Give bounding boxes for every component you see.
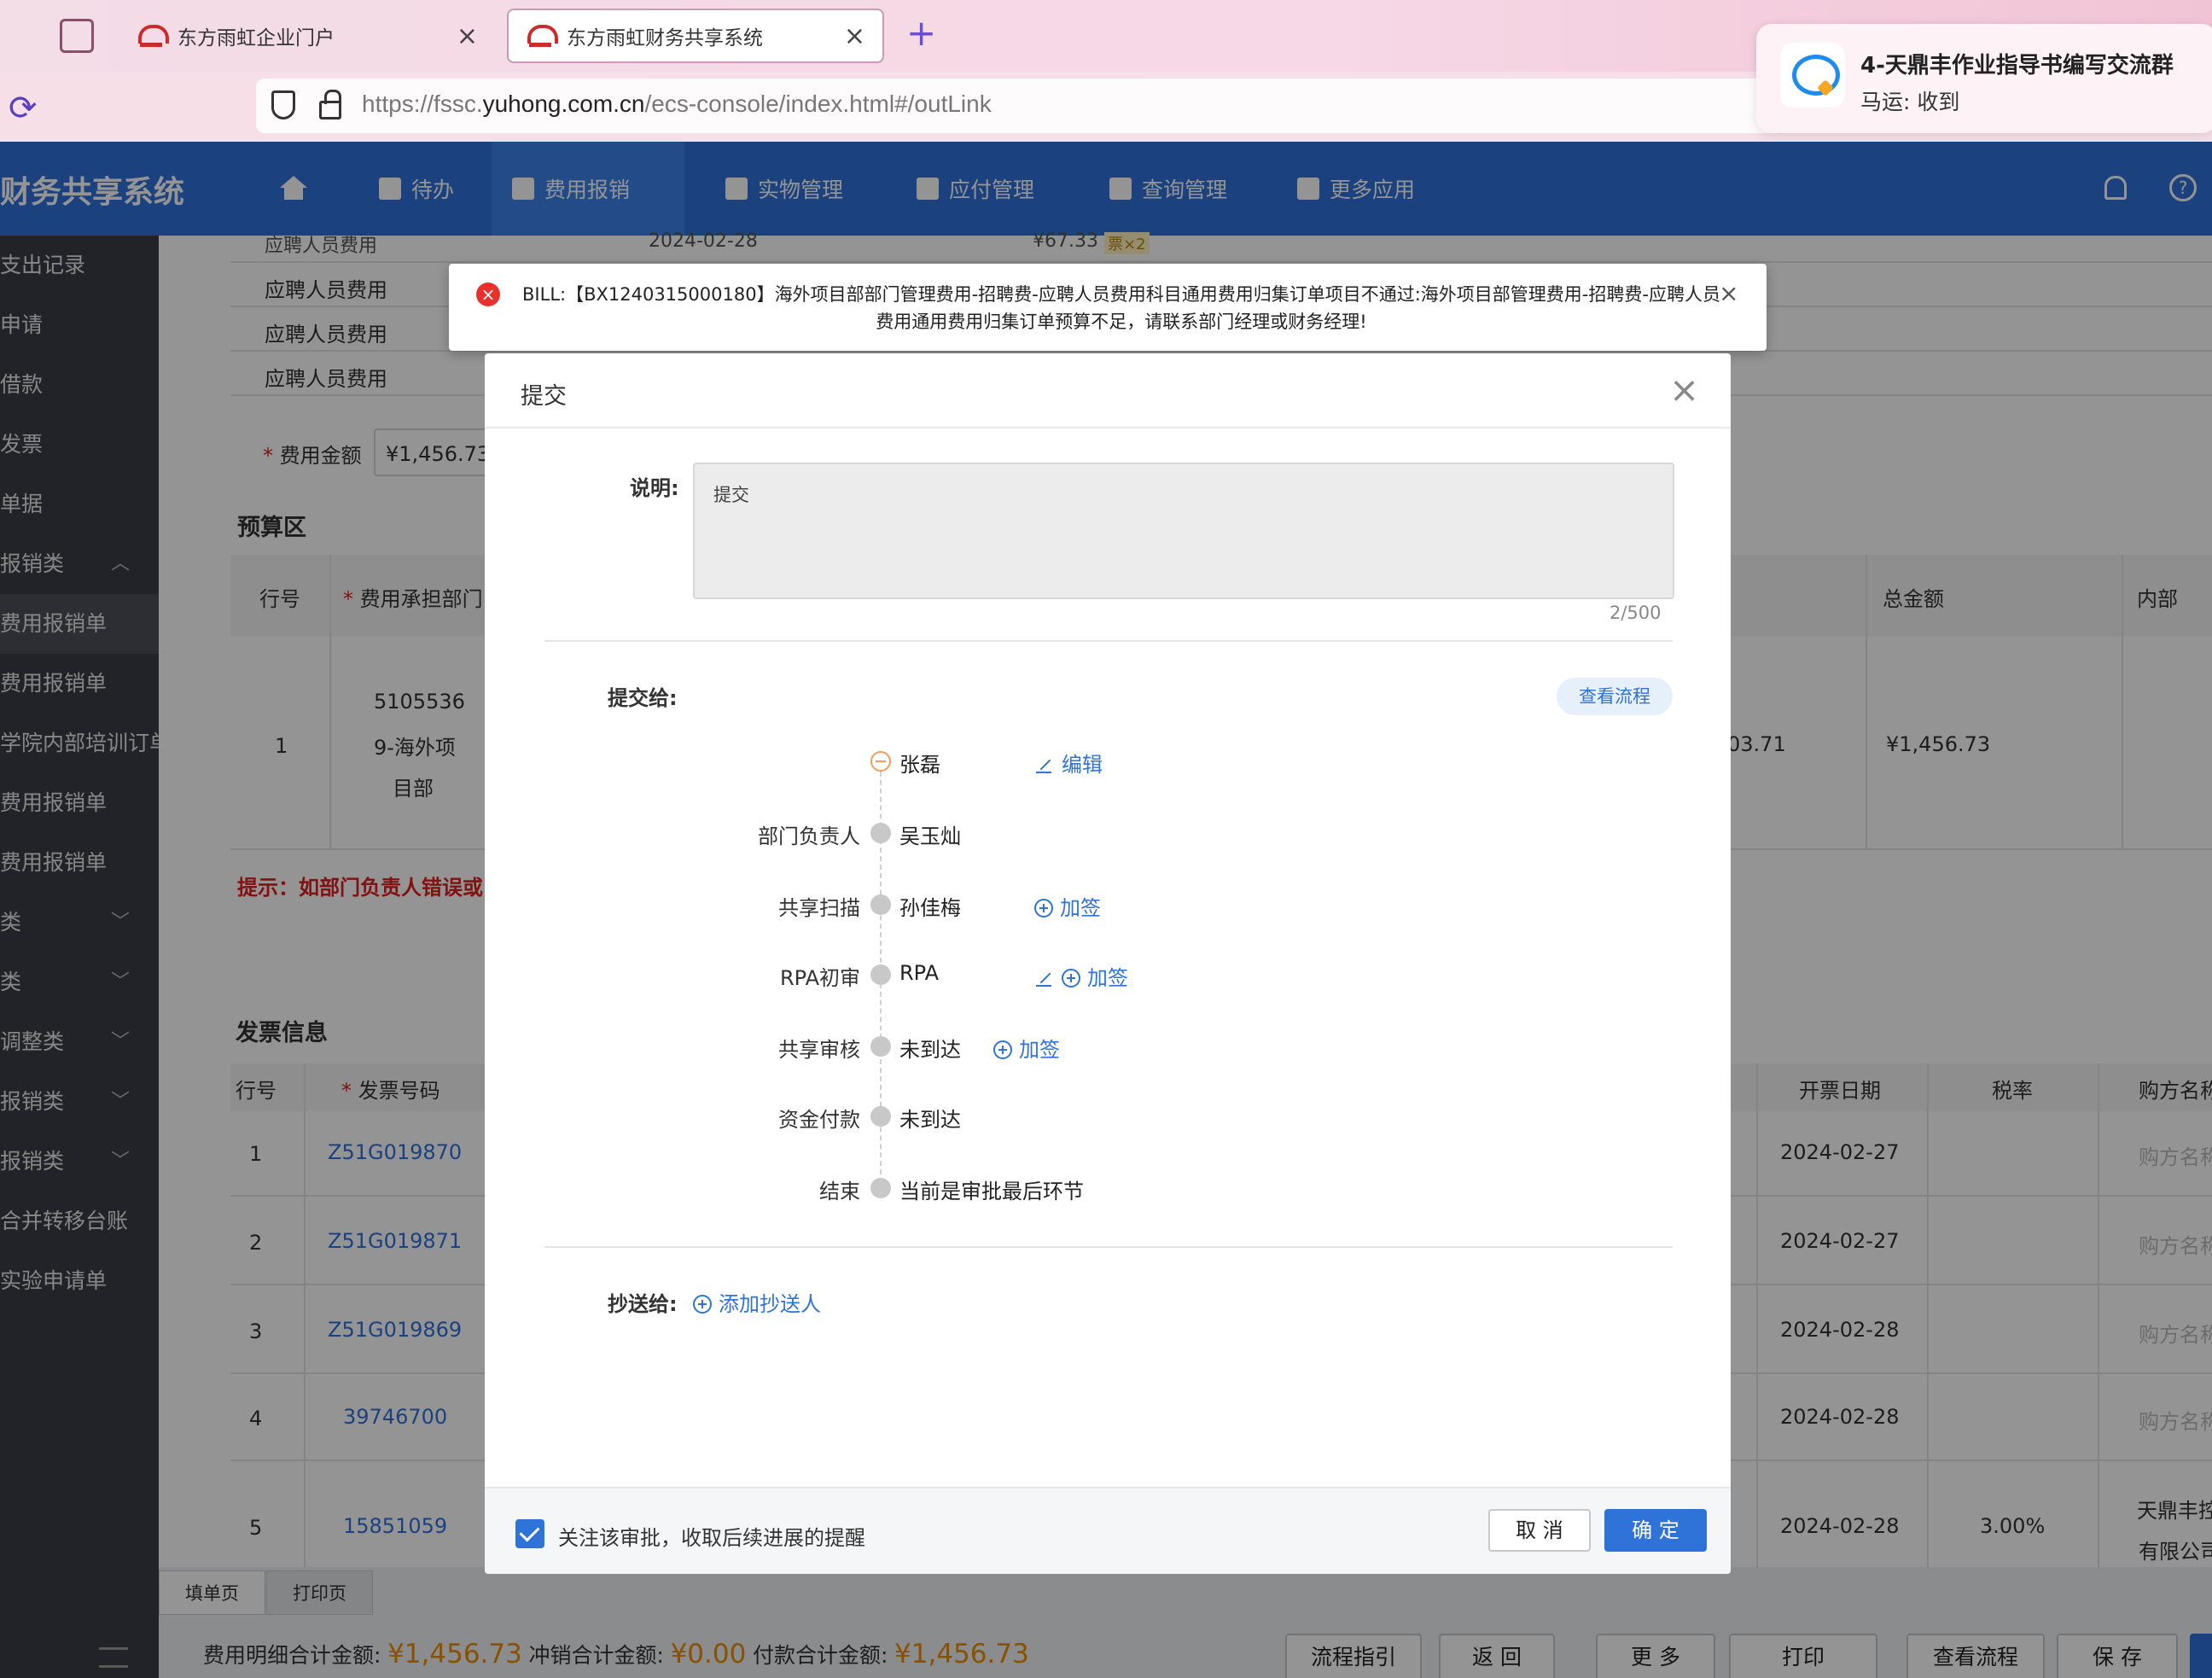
- new-tab-plus-icon[interactable]: +: [906, 12, 936, 54]
- plus-circle-icon: [693, 1295, 712, 1314]
- note-label: 说明:: [630, 476, 679, 500]
- flow-approver: 吴玉灿: [899, 824, 961, 848]
- follow-checkbox[interactable]: [515, 1519, 544, 1548]
- reload-icon[interactable]: ⟳: [9, 89, 38, 128]
- add-signer-link[interactable]: 加签: [1036, 961, 1128, 991]
- url-text[interactable]: https://fssc.yuhong.com.cn/ecs-console/i…: [362, 90, 992, 118]
- flow-role: 共享审核: [778, 1038, 860, 1062]
- divider: [544, 1246, 1673, 1248]
- follow-label[interactable]: 关注该审批，收取后续进展的提醒: [558, 1521, 865, 1551]
- tab-group-icon[interactable]: [60, 19, 94, 53]
- error-toast: × BILL:【BX1240315000180】海外项目部部门管理费用-招聘费-…: [449, 264, 1767, 351]
- flow-role: 结束: [819, 1180, 860, 1203]
- yuhong-logo-icon: [137, 23, 169, 49]
- cancel-button[interactable]: 取 消: [1488, 1509, 1591, 1552]
- chat-notification[interactable]: 4-天鼎丰作业指导书编写交流群 马运: 收到: [1756, 24, 2212, 133]
- add-signer-link[interactable]: 加签: [1034, 891, 1101, 921]
- plus-circle-icon: [1062, 969, 1080, 988]
- tab-label: 东方雨虹财务共享系统: [567, 27, 763, 50]
- yuhong-logo-icon: [526, 23, 558, 49]
- close-icon[interactable]: ×: [1719, 279, 1738, 307]
- submit-to-label: 提交给:: [608, 686, 678, 710]
- flow-approver: RPA: [899, 961, 940, 985]
- flow-approver: 孙佳梅: [899, 896, 961, 920]
- chat-app-icon: [1780, 43, 1845, 108]
- edit-link[interactable]: 编辑: [1036, 748, 1103, 778]
- flow-approver: 未到达: [899, 1038, 961, 1062]
- step-clock-icon: [870, 1106, 891, 1127]
- flow-role: 部门负责人: [758, 824, 860, 848]
- dialog-header-divider: [485, 427, 1731, 428]
- close-icon[interactable]: ×: [1669, 372, 1699, 408]
- note-textarea[interactable]: 提交: [693, 463, 1674, 599]
- browser-tab-fssc[interactable]: 东方雨虹财务共享系统 ×: [507, 9, 884, 63]
- flow-approver: 当前是审批最后环节: [899, 1180, 1084, 1203]
- step-clock-icon: [870, 964, 891, 985]
- error-icon: ×: [476, 283, 500, 306]
- shield-icon[interactable]: [271, 90, 295, 119]
- submit-dialog: 提交 × 说明: 提交 2/500 提交给: 查看流程 张磊 编辑 部门负责人 …: [485, 353, 1731, 1574]
- current-step-icon: [870, 751, 891, 772]
- tab-label: 东方雨虹企业门户: [178, 27, 335, 50]
- cc-label: 抄送给:: [608, 1292, 678, 1316]
- divider: [544, 640, 1673, 642]
- flow-role: 资金付款: [778, 1108, 860, 1132]
- add-signer-link[interactable]: 加签: [993, 1033, 1060, 1063]
- close-icon[interactable]: ×: [457, 21, 478, 51]
- plus-circle-icon: [993, 1040, 1012, 1059]
- flow-approver: 张磊: [899, 753, 940, 777]
- dialog-title: 提交: [521, 383, 567, 410]
- confirm-button[interactable]: 确 定: [1604, 1509, 1707, 1552]
- flow-role: RPA初审: [779, 966, 860, 990]
- view-flow-button[interactable]: 查看流程: [1557, 678, 1673, 715]
- step-clock-icon: [870, 1036, 891, 1057]
- dialog-footer: 关注该审批，收取后续进展的提醒 取 消 确 定: [485, 1487, 1731, 1574]
- step-clock-icon: [870, 894, 891, 915]
- notification-title: 4-天鼎丰作业指导书编写交流群: [1860, 53, 2174, 79]
- edit-icon[interactable]: [1036, 971, 1051, 987]
- step-clock-icon: [870, 1178, 891, 1198]
- flow-approver: 未到达: [899, 1108, 961, 1132]
- add-cc-link[interactable]: 添加抄送人: [693, 1287, 821, 1317]
- close-icon[interactable]: ×: [844, 21, 865, 51]
- error-message: BILL:【BX1240315000180】海外项目部部门管理费用-招聘费-应聘…: [522, 284, 1720, 332]
- notification-body: 马运: 收到: [1860, 90, 1960, 114]
- edit-icon: [1036, 758, 1051, 773]
- step-clock-icon: [870, 823, 891, 843]
- browser-tab-portal[interactable]: 东方雨虹企业门户 ×: [119, 9, 495, 63]
- lock-icon[interactable]: [319, 90, 341, 119]
- plus-circle-icon: [1034, 899, 1053, 918]
- char-counter: 2/500: [1610, 603, 1662, 623]
- flow-role: 共享扫描: [778, 896, 860, 920]
